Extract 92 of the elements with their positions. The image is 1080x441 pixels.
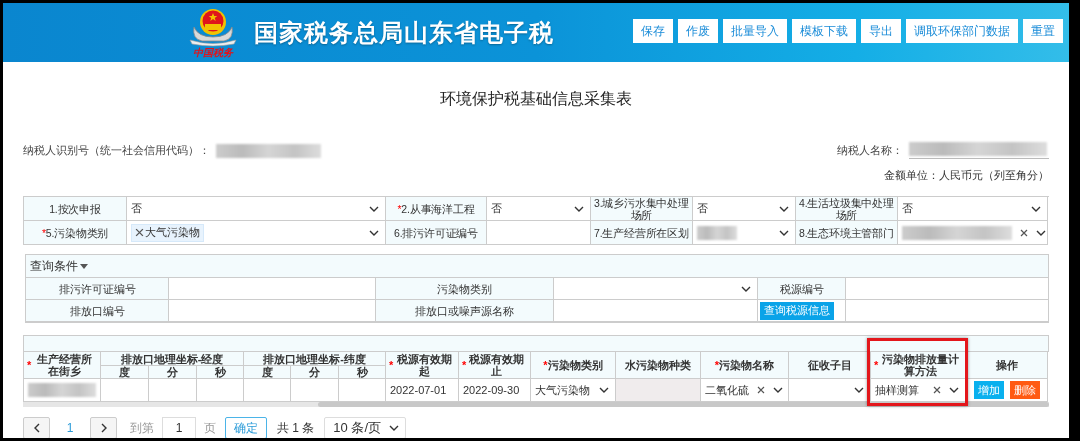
toolbar-button[interactable]: 重置 (1023, 18, 1063, 43)
column-header: 分 (149, 366, 197, 379)
column-header: 操作 (966, 352, 1048, 379)
table-cell (244, 379, 291, 402)
chevron-down-icon (779, 205, 789, 212)
select-field[interactable]: 否 (898, 197, 1048, 221)
toolbar-button[interactable]: 模板下载 (792, 18, 856, 43)
column-header: 分 (291, 366, 339, 379)
chevron-left-icon (33, 423, 40, 433)
toolbar-button[interactable]: 导出 (861, 18, 901, 43)
table-cell (197, 379, 244, 402)
column-header: 秒 (197, 366, 244, 379)
page-unit: 页 (204, 419, 216, 437)
page-size-select[interactable]: 10 条/页 (324, 417, 407, 438)
field-label: 排放口编号 (26, 300, 169, 322)
field-label: 4.生活垃圾集中处理场所 (796, 197, 898, 221)
column-header: 排放口地理坐标-纬度 (244, 352, 386, 366)
next-page-button[interactable] (90, 417, 117, 438)
select-field[interactable] (693, 221, 796, 245)
input-field[interactable] (487, 221, 591, 245)
column-header: 水污染物种类 (616, 352, 701, 379)
table-cell (339, 379, 386, 402)
field-label: 税源编号 (758, 278, 846, 300)
field-label: 1.按次申报 (24, 197, 127, 221)
chevron-right-icon (100, 423, 107, 433)
table-cell: 2022-07-01 (386, 379, 459, 402)
section-title[interactable]: 查询条件 (30, 257, 78, 275)
toolbar-button[interactable]: 调取环保部门数据 (906, 18, 1018, 43)
field-label: 排污许可证编号 (26, 278, 169, 300)
table-cell (149, 379, 197, 402)
field-label: 8.生态环境主管部门 (796, 221, 898, 245)
chevron-down-icon (1036, 229, 1046, 236)
field-label: 7.生产经营所在区划 (591, 221, 693, 245)
select-field[interactable] (898, 221, 1048, 245)
unit-note: 金额单位：人民币元（列至角分） (884, 168, 1049, 183)
clear-icon[interactable] (1020, 228, 1028, 237)
table-cell: 2022-09-30 (459, 379, 531, 402)
chevron-down-icon (369, 205, 379, 212)
page-input[interactable]: 1 (162, 417, 196, 438)
field-label: 3.城乡污水集中处理场所 (591, 197, 693, 221)
form-title: 环境保护税基础信息采集表 (439, 89, 633, 109)
chevron-down-icon (389, 425, 400, 431)
column-header: *污染物类别 (531, 352, 616, 379)
input-field[interactable] (554, 300, 758, 322)
logo-caption: 中国税务 (193, 47, 233, 58)
blurred-block (28, 383, 96, 397)
toolbar-button[interactable]: 作废 (678, 18, 718, 43)
chevron-down-icon (854, 387, 864, 393)
chevron-down-icon (599, 387, 609, 393)
toolbar-button[interactable]: 批量导入 (723, 18, 787, 43)
tag-chip[interactable]: 大气污染物 (131, 223, 204, 242)
input-field[interactable] (169, 300, 376, 322)
chevron-down-icon (741, 285, 751, 292)
chevron-down-icon (779, 229, 789, 236)
total-count: 共 1 条 (277, 419, 315, 437)
column-header: 度 (244, 366, 291, 379)
select-field[interactable]: 二氧化硫 (701, 379, 789, 402)
chevron-down-icon (574, 205, 584, 212)
field-label: 纳税人识别号（统一社会信用代码）： (23, 143, 210, 158)
site-title: 国家税务总局山东省电子税 (254, 17, 554, 48)
remove-icon[interactable] (135, 228, 144, 237)
field-label: 排放口或噪声源名称 (376, 300, 554, 322)
select-field[interactable] (554, 278, 758, 300)
clear-icon[interactable] (933, 386, 941, 394)
chevron-down-icon (949, 387, 959, 393)
chevron-down-icon (1031, 205, 1041, 212)
select-field[interactable]: 否 (127, 197, 386, 221)
column-header: 排放口地理坐标-经度 (101, 352, 244, 366)
chevron-down-icon (369, 229, 379, 236)
select-field[interactable]: 否 (693, 197, 796, 221)
select-field[interactable]: 大气污染物 (531, 379, 616, 402)
input-field[interactable] (169, 278, 376, 300)
column-header: 秒 (339, 366, 386, 379)
select-field[interactable]: 否 (487, 197, 591, 221)
field-label: *2.从事海洋工程 (386, 197, 487, 221)
multi-select-field[interactable]: 大气污染物 (127, 221, 386, 245)
scrollbar[interactable] (23, 402, 1049, 407)
emblem-drawing (188, 7, 238, 47)
blurred-block (697, 225, 737, 240)
prev-page-button[interactable] (23, 417, 50, 438)
goto-label: 到第 (130, 419, 154, 437)
field-label: 6.排污许可证编号 (386, 221, 487, 245)
toolbar-button[interactable]: 保存 (633, 18, 673, 43)
column-header: *污染物名称 (701, 352, 789, 379)
caret-down-icon[interactable] (80, 263, 88, 269)
field-label: *5.污染物类别 (24, 221, 127, 245)
column-header: 度 (101, 366, 149, 379)
field-label: 污染物类别 (376, 278, 554, 300)
table-cell (291, 379, 339, 402)
clear-icon[interactable] (757, 386, 765, 394)
field-label: 纳税人名称： (837, 143, 903, 158)
chevron-down-icon (773, 387, 783, 393)
